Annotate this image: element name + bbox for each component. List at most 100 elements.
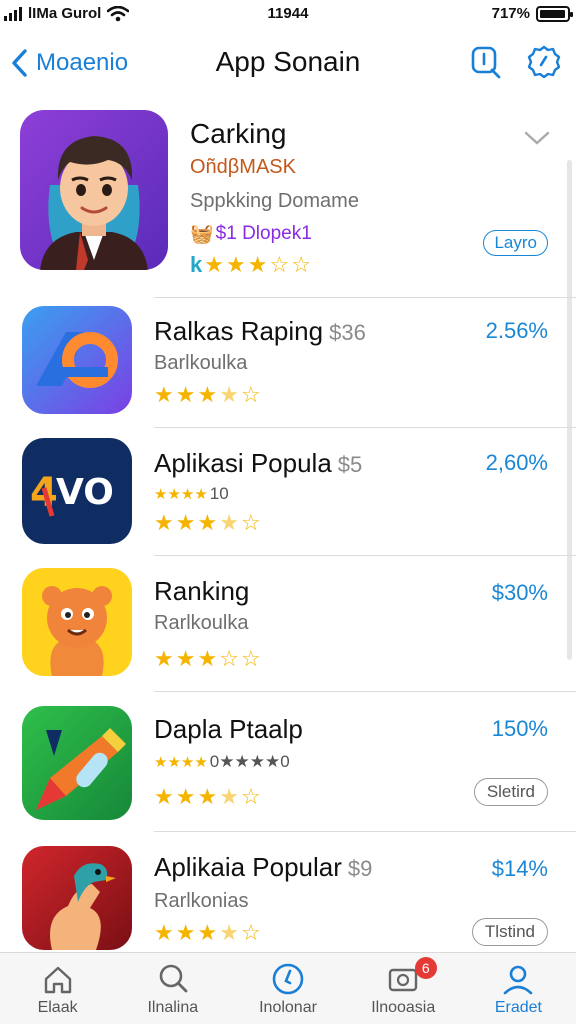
star-empty-icon: ☆: [219, 646, 239, 671]
app-developer: OñdβMASK: [190, 156, 296, 178]
app-row[interactable]: Dapla Ptaalp ★★★★ 0★★★★0 ★ ★ ★ ★ ☆ 150% Sletird: [0, 692, 576, 832]
app-percent: $30%: [491, 580, 548, 605]
tab-label: Ilnooasia: [371, 999, 436, 1016]
app-name: Dapla Ptaalp: [154, 714, 303, 744]
app-row[interactable]: 4VOAplikasi Popula$5★★★★10★★★★☆2,60%: [0, 428, 576, 556]
app-row[interactable]: Ralkas Raping $36 Barlkoulka ★ ★ ★ ★ ☆ 2.56%: [0, 298, 576, 428]
app-percent: 2,60%: [485, 450, 548, 475]
app-percent: $14%: [491, 856, 548, 881]
clock-icon: [272, 963, 304, 995]
mini-stars-icon: ★★★★: [154, 754, 208, 771]
status-badge[interactable]: Layro: [483, 230, 548, 256]
app-title: Ralkas Raping $36: [154, 316, 366, 347]
app-subtitle: Sppkking Domame: [190, 190, 359, 212]
rating-prefix: k: [190, 252, 203, 277]
price-line: 🧺 $1 Dlopek1: [190, 222, 312, 246]
nav-bar: Moaenio App Sonain: [0, 36, 576, 90]
tab-label: Inolonar: [259, 999, 317, 1016]
star-full-icon: ★: [197, 920, 218, 945]
star-full-icon: ★: [175, 382, 196, 407]
star-half-icon: ★: [219, 510, 239, 535]
star-full-icon: ★: [197, 510, 218, 535]
app-title: Aplikaia Popular $9: [154, 852, 372, 883]
star-full-icon: ★: [197, 382, 218, 407]
star-full-icon: ★: [197, 646, 218, 671]
star-empty-icon: ☆: [240, 784, 261, 809]
4vo-logo-icon: 4VO: [22, 438, 132, 544]
battery-icon: [536, 5, 573, 22]
tab-inbox[interactable]: Ilnooasia 6: [346, 953, 461, 1024]
status-bar: lIMa Gurol 11944 717%: [0, 0, 576, 30]
star-empty-icon: ☆: [269, 252, 290, 277]
app-subtitle: Barlkoulka: [154, 352, 248, 374]
action-button[interactable]: Sletird: [473, 778, 548, 806]
app-name: Ralkas Raping: [154, 316, 324, 346]
star-full-icon: ★: [197, 784, 218, 809]
tab-home[interactable]: Elaak: [0, 953, 115, 1024]
settings-icon[interactable]: [526, 44, 562, 80]
app-title: Dapla Ptaalp: [154, 714, 303, 745]
star-full-icon: ★: [204, 252, 224, 277]
star-full-icon: ★: [154, 382, 174, 407]
status-right: 717%: [492, 5, 573, 22]
rating-stars: k ★ ★ ★ ☆ ☆: [190, 254, 311, 276]
app-price: $9: [347, 856, 373, 881]
nav-actions: [468, 44, 562, 80]
star-full-icon: ★: [175, 510, 196, 535]
featured-app-row[interactable]: Carking OñdβMASK Sppkking Domame 🧺 $1 Dl…: [0, 100, 576, 298]
app-title: Carking: [190, 118, 287, 149]
star-full-icon: ★: [247, 252, 268, 277]
app-name: Ranking: [154, 576, 250, 606]
profile-icon: [504, 965, 533, 995]
ap-logo-icon: [22, 306, 132, 414]
mini-stars-icon: ★★★★: [154, 486, 208, 503]
status-time: 11944: [267, 5, 309, 22]
basket-icon: 🧺: [190, 224, 214, 245]
app-row[interactable]: Aplikaia Popular $9 Rarlkonias ★ ★ ★ ★ ☆ $14% Tls…: [0, 832, 576, 950]
app-price: $36: [329, 320, 366, 345]
app-meta: ★★★★ 10: [154, 484, 229, 504]
tab-profile[interactable]: Eradet: [461, 953, 576, 1024]
app-subtitle: Rarlkoulka: [154, 612, 249, 634]
app-percent: 2.56%: [485, 318, 548, 343]
tab-clock[interactable]: Inolonar: [230, 953, 345, 1024]
rating-stars: ★ ★ ★ ☆ ☆: [154, 648, 261, 670]
app-subtitle: Rarlkonias: [154, 890, 249, 912]
app-title: Ranking: [154, 576, 249, 607]
app-list: Carking OñdβMASK Sppkking Domame 🧺 $1 Dl…: [0, 100, 576, 950]
app-title: Aplikasi Popula $5: [154, 448, 362, 479]
tab-bar: Elaak Ilnalina Inolonar Ilnooasia 6 Eradet: [0, 952, 576, 1024]
search-icon: [159, 964, 188, 993]
app-row[interactable]: Ranking Rarlkoulka ★ ★ ★ ☆ ☆ $30%: [0, 556, 576, 692]
app-meta: ★★★★ 0★★★★0: [154, 752, 290, 772]
chevron-down-icon[interactable]: [524, 130, 550, 146]
star-full-icon: ★: [154, 510, 174, 535]
star-half-icon: ★: [219, 784, 239, 809]
star-empty-icon: ☆: [240, 920, 261, 945]
app-meta-text: 0★★★★0: [209, 752, 290, 771]
orange-creature-icon: [22, 568, 132, 676]
star-full-icon: ★: [154, 920, 174, 945]
star-full-icon: ★: [154, 646, 174, 671]
star-full-icon: ★: [175, 646, 196, 671]
app-price: $5: [337, 452, 363, 477]
tab-search[interactable]: Ilnalina: [115, 953, 230, 1024]
star-full-icon: ★: [225, 252, 246, 277]
star-empty-icon: ☆: [240, 510, 261, 535]
tab-label: Elaak: [37, 999, 78, 1016]
rating-stars: ★ ★ ★ ★ ☆: [154, 786, 261, 808]
app-name: Aplikasi Popula: [154, 448, 332, 478]
star-half-icon: ★: [219, 920, 239, 945]
action-button[interactable]: Tlstind: [471, 918, 548, 946]
search-icon[interactable]: [468, 44, 504, 80]
price-text: $1 Dlopek1: [215, 223, 312, 244]
star-full-icon: ★: [175, 920, 196, 945]
star-empty-icon: ☆: [240, 382, 261, 407]
star-half-icon: ★: [219, 382, 239, 407]
rating-stars: ★ ★ ★ ★ ☆: [154, 384, 261, 406]
notification-badge: 6: [414, 957, 437, 979]
star-full-icon: ★: [175, 784, 196, 809]
home-icon: [44, 966, 71, 994]
tab-label: Eradet: [494, 999, 542, 1016]
pencil-logo-icon: [22, 706, 132, 820]
